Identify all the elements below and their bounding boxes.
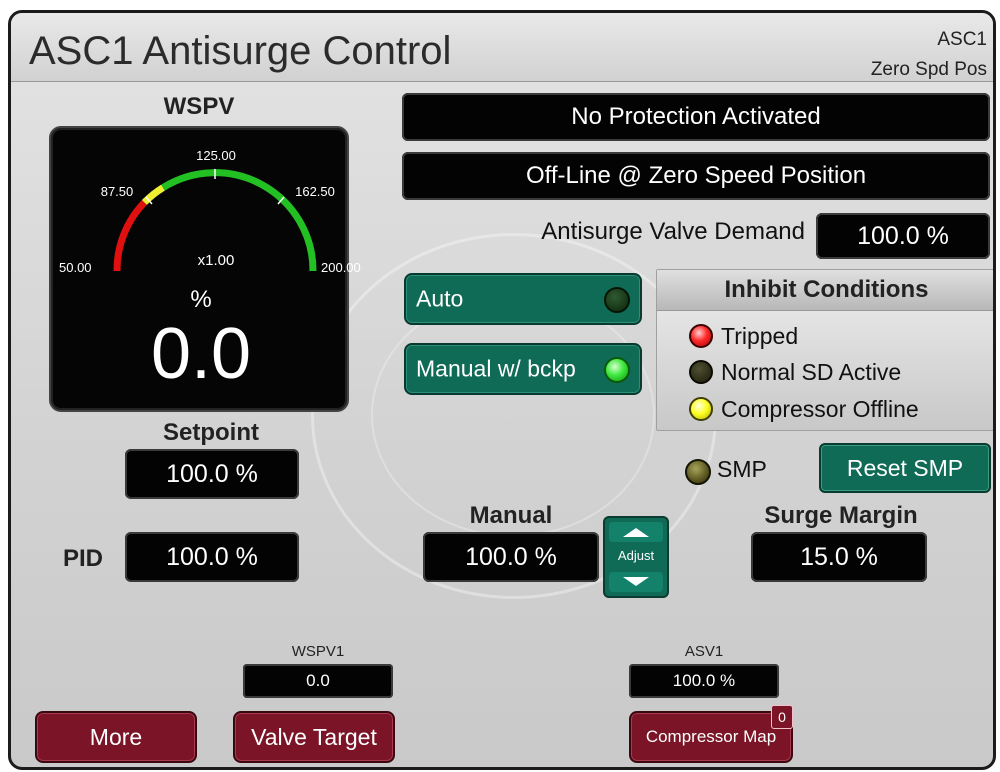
inhibit-tripped-label: Tripped [721, 323, 799, 349]
inhibit-normal-sd-label: Normal SD Active [721, 359, 902, 385]
manual-backup-mode-label: Manual w/ bckp [416, 355, 576, 382]
inhibit-conditions-panel: Inhibit Conditions Tripped Normal SD Act… [656, 269, 993, 431]
manual-backup-mode-led-icon [604, 357, 630, 383]
controller-id: ASC1 [937, 29, 987, 50]
reset-smp-button[interactable]: Reset SMP [819, 443, 991, 493]
valve-demand-label: Antisurge Valve Demand [541, 218, 805, 245]
protection-status: No Protection Activated [402, 93, 990, 141]
asv1-label: ASV1 [684, 643, 724, 660]
gauge-scale-low: 87.50 [100, 184, 134, 199]
gauge-value: 0.0 [150, 314, 252, 394]
antisurge-control-panel: ASC1 Antisurge Control ASC1 Zero Spd Pos… [8, 10, 996, 770]
gauge-label: WSPV [163, 93, 235, 120]
normal-sd-led-icon [689, 360, 713, 384]
page-title: ASC1 Antisurge Control [29, 29, 452, 73]
pid-label: PID [63, 545, 104, 572]
title-bar: ASC1 Antisurge Control ASC1 Zero Spd Pos [11, 13, 993, 82]
compressor-map-label: Compressor Map [645, 727, 777, 746]
compressor-map-button[interactable]: Compressor Map 0 [629, 705, 793, 763]
surge-margin-label: Surge Margin [764, 502, 918, 529]
valve-demand-value: 100.0 % [816, 213, 990, 259]
tripped-led-icon [689, 324, 713, 348]
gauge-scale-min: 50.00 [59, 260, 92, 275]
manual-adjust-stepper[interactable]: Adjust [603, 516, 669, 598]
surge-margin-value: 15.0 % [751, 532, 927, 582]
controller-state: Zero Spd Pos [870, 59, 987, 80]
smp-led-icon [685, 459, 711, 485]
gauge-arc-yellow [141, 184, 165, 205]
pid-value: 100.0 % [125, 532, 299, 582]
gauge-scale-mid: 125.00 [196, 148, 236, 163]
compressor-map-badge: 0 [771, 705, 793, 729]
setpoint-label: Setpoint [163, 419, 259, 446]
manual-value: 100.0 % [423, 532, 599, 582]
chevron-up-icon [623, 528, 649, 537]
watermark-logo-inner [371, 293, 655, 537]
inhibit-conditions-title: Inhibit Conditions [657, 270, 993, 311]
valve-target-button[interactable]: Valve Target [233, 711, 395, 763]
manual-label: Manual [469, 502, 553, 529]
inhibit-compressor-offline-label: Compressor Offline [721, 396, 919, 422]
smp-label: SMP [717, 456, 767, 482]
gauge-scale-high: 162.50 [295, 184, 335, 199]
setpoint-value: 100.0 % [125, 449, 299, 499]
wspv1-value: 0.0 [243, 664, 393, 698]
title-right-info: ASC1 Zero Spd Pos [871, 25, 987, 85]
manual-backup-mode-button[interactable]: Manual w/ bckp [404, 343, 642, 395]
adjust-down-button[interactable] [609, 572, 663, 592]
more-button[interactable]: More [35, 711, 197, 763]
adjust-label: Adjust [617, 548, 655, 563]
compressor-offline-led-icon [689, 397, 713, 421]
auto-mode-led-icon [604, 287, 630, 313]
auto-mode-button[interactable]: Auto [404, 273, 642, 325]
chevron-down-icon [623, 577, 649, 586]
wspv1-label: WSPV1 [291, 643, 345, 660]
wspv-gauge: 125.00 87.50 162.50 50.00 200.00 x1.00 %… [49, 126, 361, 412]
auto-mode-label: Auto [416, 285, 464, 312]
gauge-multiplier: x1.00 [197, 252, 235, 269]
adjust-up-button[interactable] [609, 522, 663, 542]
operating-mode-status: Off-Line @ Zero Speed Position [402, 152, 990, 200]
asv1-value: 100.0 % [629, 664, 779, 698]
gauge-arc-red [113, 199, 147, 272]
gauge-scale-max: 200.00 [321, 260, 361, 275]
gauge-unit: % [190, 286, 212, 313]
